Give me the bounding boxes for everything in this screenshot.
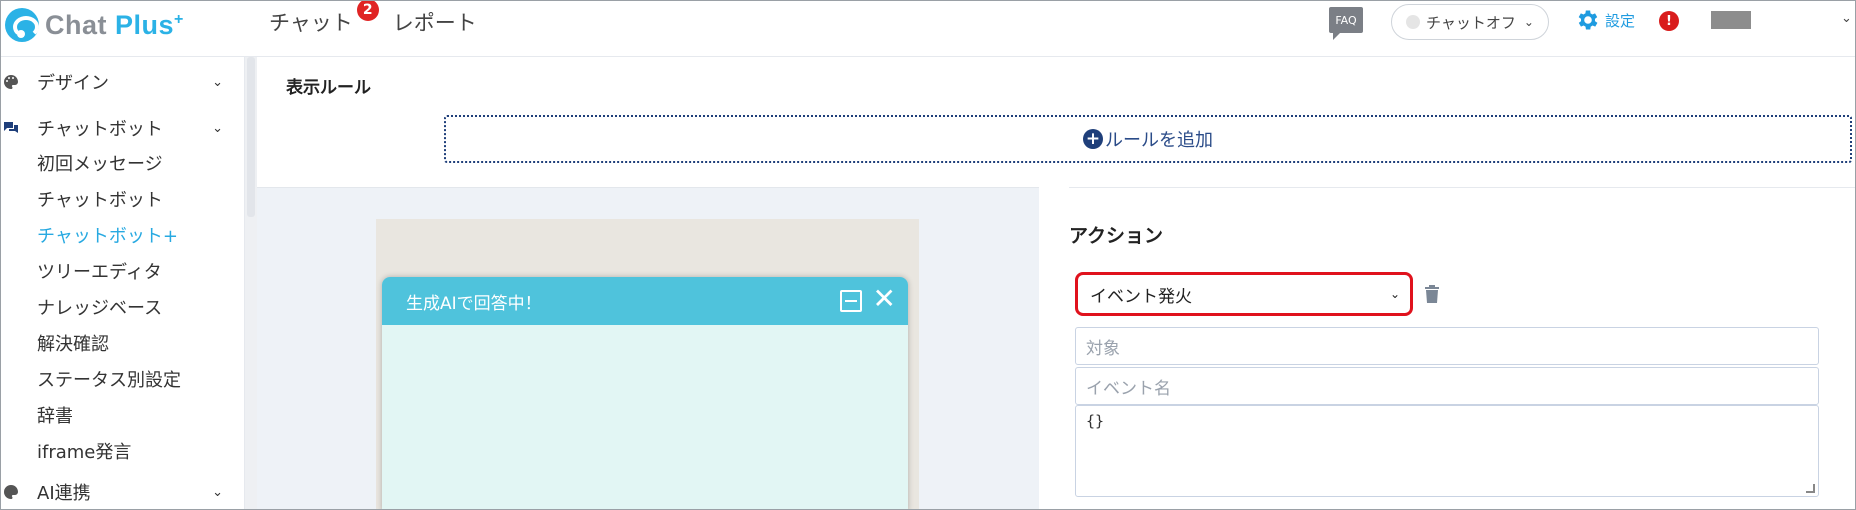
payload-value: {} [1086, 412, 1105, 430]
sidebar-section-label: デザイン [37, 73, 109, 94]
sidebar-scrollbar[interactable] [245, 57, 257, 509]
nav-chat-label: チャット [269, 11, 353, 35]
event-name-placeholder: イベント名 [1086, 378, 1171, 399]
sidebar-section-label: AI連携 [37, 483, 91, 504]
sidebar-section-ai[interactable]: AI連携 ⌄ [1, 477, 237, 507]
logo-text: Chat Plus+ [45, 9, 184, 40]
sidebar-item-first-message[interactable]: 初回メッセージ [37, 150, 163, 176]
chat-status-label: チャットオフ [1426, 13, 1516, 32]
palette-icon [4, 75, 18, 89]
action-heading: アクション [1069, 225, 1164, 247]
sidebar-item-dictionary[interactable]: 辞書 [37, 402, 73, 428]
sidebar-item-tree-editor[interactable]: ツリーエディタ [37, 258, 162, 284]
target-placeholder: 対象 [1086, 338, 1120, 359]
chat-plus-logo-icon [5, 8, 39, 42]
faq-label: FAQ [1335, 13, 1357, 27]
user-avatar[interactable] [1711, 11, 1751, 29]
app-window: Chat Plus+ チャット 2 レポート FAQ チャットオフ ⌄ 設定 !… [0, 0, 1856, 510]
alert-symbol: ! [1666, 13, 1672, 29]
nav-chat[interactable]: チャット 2 [269, 1, 379, 39]
chevron-down-icon: ⌄ [212, 120, 223, 136]
minimize-icon[interactable] [840, 290, 862, 312]
page-title: 表示ルール [286, 78, 371, 98]
unread-badge: 2 [356, 1, 379, 21]
top-header: Chat Plus+ チャット 2 レポート FAQ チャットオフ ⌄ 設定 !… [1, 1, 1855, 57]
sidebar-section-design[interactable]: デザイン ⌄ [1, 67, 237, 97]
action-type-select[interactable]: イベント発火 ⌄ [1075, 272, 1413, 316]
divider [1069, 187, 1855, 188]
resize-handle[interactable] [1806, 484, 1815, 493]
status-dot-icon [1406, 15, 1420, 29]
sidebar-item-iframe[interactable]: iframe発言 [37, 438, 131, 464]
action-type-value: イベント発火 [1090, 286, 1192, 307]
chat-bubbles-icon [4, 122, 18, 133]
sidebar-item-knowledge-base[interactable]: ナレッジベース [37, 294, 162, 320]
sidebar: デザイン ⌄ チャットボット ⌄ 初回メッセージ チャットボット チャットボット… [1, 57, 245, 509]
user-menu-chevron-icon[interactable]: ⌄ [1841, 11, 1852, 26]
widget-header: 生成AIで回答中！ ✕ [382, 277, 908, 325]
event-name-input[interactable]: イベント名 [1075, 367, 1819, 405]
logo[interactable]: Chat Plus+ [5, 5, 184, 45]
alert-icon[interactable]: ! [1659, 11, 1679, 31]
target-input[interactable]: 対象 [1075, 327, 1819, 365]
sidebar-section-chatbot[interactable]: チャットボット ⌄ [1, 113, 237, 143]
sidebar-item-status-settings[interactable]: ステータス別設定 [37, 366, 181, 392]
close-icon[interactable]: ✕ [873, 285, 896, 313]
palette-icon [4, 485, 18, 499]
faq-icon[interactable]: FAQ [1329, 7, 1363, 40]
sidebar-item-chatbot-plus[interactable]: チャットボット+ [37, 222, 178, 248]
add-rule-label: ルールを追加 [1105, 130, 1213, 151]
nav-report[interactable]: レポート [393, 5, 477, 39]
sidebar-section-label: チャットボット [37, 119, 163, 140]
gear-icon [1578, 10, 1598, 30]
chevron-down-icon: ⌄ [1523, 15, 1534, 29]
event-payload-textarea[interactable]: {} [1075, 405, 1819, 497]
trash-icon[interactable] [1423, 284, 1441, 304]
main-nav: チャット 2 レポート [269, 1, 477, 39]
widget-title: 生成AIで回答中！ [406, 293, 542, 314]
chevron-down-icon: ⌄ [212, 484, 223, 500]
scrollbar-thumb[interactable] [247, 57, 255, 217]
chat-status-dropdown[interactable]: チャットオフ ⌄ [1391, 4, 1549, 40]
nav-report-label: レポート [392, 11, 477, 35]
chevron-down-icon: ⌄ [212, 74, 223, 90]
add-rule-button[interactable]: + ルールを追加 [444, 115, 1852, 163]
settings-link[interactable]: 設定 [1575, 7, 1635, 33]
sidebar-item-chatbot[interactable]: チャットボット [37, 186, 163, 212]
sidebar-item-resolution[interactable]: 解決確認 [37, 330, 109, 356]
chevron-down-icon: ⌄ [1389, 287, 1400, 301]
settings-label: 設定 [1605, 11, 1636, 30]
plus-circle-icon: + [1083, 129, 1103, 149]
chat-widget-preview: 生成AIで回答中！ ✕ [382, 277, 908, 509]
